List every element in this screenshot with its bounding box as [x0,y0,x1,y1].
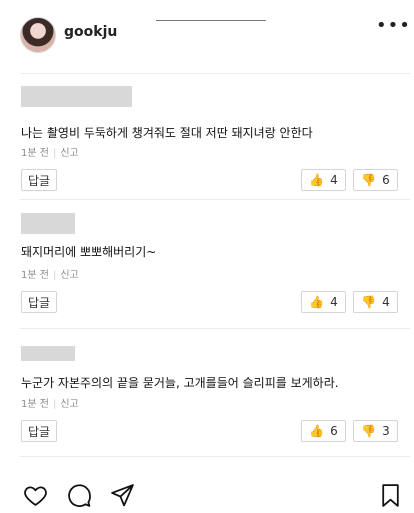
reply-button[interactable]: 답글 [21,291,57,313]
meta-separator: | [52,399,57,410]
like-button[interactable]: 👍 4 [301,169,346,191]
redacted-author [21,86,132,107]
comment-meta: 1분 전 | 신고 [21,144,79,159]
comment-item: 누군가 자본주의의 끝을 묻거늘, 고개를들어 슬리피를 보게하라. 1분 전 |… [20,346,398,470]
dislike-count: 6 [382,173,390,187]
dislike-button[interactable]: 👎 6 [353,169,398,191]
thumbs-down-icon: 👎 [361,295,377,309]
like-button[interactable]: 👍 4 [301,291,346,313]
meta-separator: | [52,270,57,281]
comment-time: 1분 전 [21,148,49,159]
comment-time: 1분 전 [21,399,49,410]
like-count: 4 [330,295,338,309]
avatar[interactable] [20,17,56,53]
bookmark-icon[interactable] [378,483,403,508]
report-link[interactable]: 신고 [60,148,78,159]
thumbs-down-icon: 👎 [361,173,377,187]
comment-time: 1분 전 [21,270,49,281]
dislike-button[interactable]: 👎 4 [353,291,398,313]
divider [20,456,410,457]
comment-meta: 1분 전 | 신고 [21,395,79,410]
comment-icon[interactable] [67,483,92,508]
post-action-bar [0,470,414,513]
more-button[interactable]: ••• [376,17,410,39]
thumbs-down-icon: 👎 [361,424,377,438]
report-link[interactable]: 신고 [60,270,78,281]
comment-item: 돼지머리에 뽀뽀해버리기~ 1분 전 | 신고 답글 👍 4 👎 4 [20,213,398,337]
username[interactable]: gookju [64,24,117,40]
heart-icon[interactable] [23,483,48,508]
reply-button[interactable]: 답글 [21,420,57,442]
thumbs-up-icon: 👍 [309,295,325,309]
like-count: 6 [330,424,338,438]
top-divider [156,20,266,21]
dislike-count: 3 [382,424,390,438]
dislike-count: 4 [382,295,390,309]
reply-button[interactable]: 답글 [21,169,57,191]
like-button[interactable]: 👍 6 [301,420,346,442]
like-count: 4 [330,173,338,187]
send-icon[interactable] [110,483,135,508]
thumbs-up-icon: 👍 [309,173,325,187]
dislike-button[interactable]: 👎 3 [353,420,398,442]
comment-text: 돼지머리에 뽀뽀해버리기~ [21,245,157,259]
comment-meta: 1분 전 | 신고 [21,266,79,281]
report-link[interactable]: 신고 [60,399,78,410]
divider [20,199,410,200]
divider [20,73,410,74]
redacted-author [21,213,75,234]
comment-text: 나는 촬영비 두둑하게 챙겨줘도 절대 저딴 돼지녀랑 안한다 [21,126,313,140]
comment-item: 나는 촬영비 두둑하게 챙겨줘도 절대 저딴 돼지녀랑 안한다 1분 전 | 신고 … [20,86,398,210]
redacted-author [21,346,75,361]
meta-separator: | [52,148,57,159]
comment-text: 누군가 자본주의의 끝을 묻거늘, 고개를들어 슬리피를 보게하라. [21,376,339,390]
divider [20,328,410,329]
post-header: gookju ••• [0,0,414,66]
thumbs-up-icon: 👍 [309,424,325,438]
